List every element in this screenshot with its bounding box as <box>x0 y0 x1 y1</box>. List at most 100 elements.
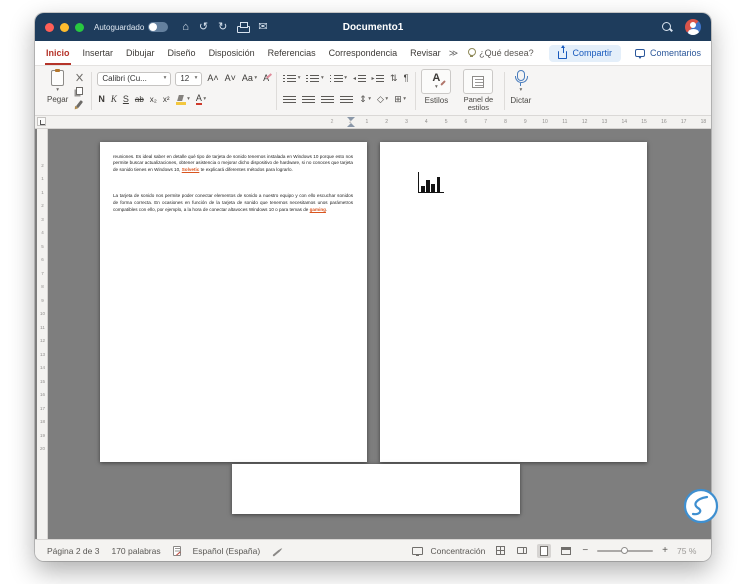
view-read-button[interactable] <box>515 544 529 558</box>
mail-icon[interactable]: ✉ <box>258 21 267 33</box>
subscript-button[interactable]: x₂ <box>149 95 158 104</box>
ribbon-tab[interactable]: Diseño <box>167 41 197 65</box>
styles-pane-button[interactable] <box>463 69 494 94</box>
share-button[interactable]: Compartir <box>549 44 621 62</box>
word-count[interactable]: 170 palabras <box>111 546 160 556</box>
titlebar-right <box>662 19 701 35</box>
ruler-number: 4 <box>424 119 428 125</box>
view-grid-button[interactable] <box>493 544 507 558</box>
close-window-button[interactable] <box>45 22 54 32</box>
caret-down-icon: ▾ <box>187 95 190 102</box>
redo-icon[interactable]: ↻ <box>218 21 227 33</box>
print-icon[interactable] <box>237 22 251 33</box>
zoom-slider[interactable] <box>597 546 654 554</box>
styles-button[interactable]: A ▾ <box>421 69 452 94</box>
line-spacing-button[interactable]: ⇕ ▾ <box>358 95 372 104</box>
autosave-toggle[interactable] <box>148 22 169 32</box>
sort-button[interactable]: ⇅ <box>389 74 399 83</box>
document-page-left[interactable]: reuniones. Es ideal saber en detalle qué… <box>100 141 367 462</box>
quick-access-toolbar: ⌂ ↺ ↻ ✉ <box>182 21 268 33</box>
document-page-right[interactable] <box>380 141 647 462</box>
multilevel-list-button[interactable]: ▾ <box>329 74 348 84</box>
dictate-button[interactable]: ▾ <box>514 70 528 94</box>
home-icon[interactable]: ⌂ <box>182 21 189 33</box>
page-indicator[interactable]: Página 2 de 3 <box>47 546 99 556</box>
borders-button[interactable]: ⊞ ▾ <box>393 95 407 104</box>
document-area: 2 1 1 2 3 4 5 6 7 8 9 10 11 12 13 14 15 16 17 18 19 20 reunio… <box>35 128 711 539</box>
autosave-control[interactable]: Autoguardado <box>94 22 169 32</box>
caret-down-icon: ▾ <box>403 95 406 102</box>
zoom-window-button[interactable] <box>75 22 84 32</box>
search-icon[interactable] <box>662 21 673 33</box>
caret-down-icon: ▾ <box>519 87 523 93</box>
grow-font-button[interactable]: A˄ <box>206 74 219 83</box>
format-painter-button[interactable] <box>73 99 85 108</box>
view-print-layout-button[interactable] <box>537 543 552 558</box>
share-icon <box>558 45 568 59</box>
zoom-percentage[interactable]: 75 % <box>677 546 699 556</box>
view-web-layout-button[interactable] <box>559 544 573 558</box>
tab-selector-icon[interactable] <box>37 117 46 126</box>
autosave-label: Autoguardado <box>94 22 145 32</box>
ruler-number: 8 <box>504 119 507 125</box>
language-indicator[interactable]: Español (España) <box>193 546 261 556</box>
paste-button[interactable]: ▾ <box>51 69 65 94</box>
underline-button[interactable]: S <box>122 95 130 104</box>
ribbon-tab[interactable]: Dibujar <box>125 41 156 65</box>
bar-chart-image[interactable] <box>418 171 444 193</box>
ribbon-tab[interactable]: Revisar <box>409 41 442 65</box>
comments-button[interactable]: Comentarios <box>634 48 701 60</box>
font-name-select[interactable]: Calibri (Cu... ▾ <box>97 71 172 86</box>
horizontal-ruler[interactable]: 21 1 2 3 4 5 6 7 8 9 10 11 12 13 14 15 16 17 18 <box>35 115 711 129</box>
hyperlink-gaming[interactable]: gaming <box>310 207 326 212</box>
zoom-slider-thumb[interactable] <box>621 546 629 554</box>
ruler-number: 12 <box>39 338 45 343</box>
shrink-font-button[interactable]: A˅ <box>224 74 237 83</box>
chart-bar <box>431 183 435 192</box>
document-page-next[interactable] <box>232 463 520 514</box>
undo-icon[interactable]: ↺ <box>199 21 208 33</box>
pen-status-icon[interactable] <box>272 548 281 557</box>
ribbon-tab[interactable]: Inicio <box>45 41 71 65</box>
align-left-button[interactable] <box>282 95 297 105</box>
increase-indent-button[interactable]: ▸ <box>371 74 386 84</box>
decrease-indent-button[interactable]: ◂ <box>352 74 367 84</box>
document-text[interactable]: reuniones. Es ideal saber en detalle qué… <box>113 154 353 214</box>
zoom-in-button[interactable]: + <box>661 545 669 556</box>
show-marks-button[interactable]: ¶ <box>403 74 410 83</box>
clear-formatting-button[interactable]: A <box>262 74 270 83</box>
shading-button[interactable]: ◇ ▾ <box>376 95 389 104</box>
bold-button[interactable]: N <box>97 95 106 104</box>
hyperlink-solvetic[interactable]: Solvetic <box>182 167 200 172</box>
ruler-number: 19 <box>39 432 45 438</box>
account-avatar[interactable] <box>685 19 701 35</box>
superscript-button[interactable]: x² <box>162 95 171 104</box>
proofing-status-icon[interactable] <box>172 545 181 556</box>
italic-button[interactable]: K <box>110 95 118 104</box>
align-center-button[interactable] <box>301 95 316 105</box>
tabs-overflow-chevron[interactable]: ≫ <box>449 41 458 65</box>
indent-marker[interactable] <box>347 117 355 127</box>
ribbon-tab[interactable]: Correspondencia <box>328 41 399 65</box>
font-size-select[interactable]: 12 ▾ <box>175 71 203 86</box>
strikethrough-button[interactable]: ab <box>134 95 145 104</box>
ribbon-tab[interactable]: Referencias <box>267 41 317 65</box>
focus-mode-icon <box>411 546 423 557</box>
focus-mode-label[interactable]: Concentración <box>431 546 486 556</box>
cut-button[interactable] <box>73 73 85 82</box>
font-color-button[interactable]: A ▾ <box>195 93 207 106</box>
numbering-button[interactable]: ▾ <box>305 74 324 84</box>
highlight-color-button[interactable]: ▾ <box>175 95 191 105</box>
copy-button[interactable] <box>73 86 85 95</box>
justify-button[interactable] <box>339 95 354 105</box>
tell-me-control[interactable]: ¿Qué desea? <box>468 41 534 65</box>
align-right-button[interactable] <box>320 95 335 105</box>
ribbon-tab[interactable]: Insertar <box>82 41 115 65</box>
ribbon-tab[interactable]: Disposición <box>208 41 256 65</box>
vertical-ruler[interactable]: 2 1 1 2 3 4 5 6 7 8 9 10 11 12 13 14 15 16 17 18 19 20 <box>37 128 48 539</box>
highlighter-icon <box>175 95 186 105</box>
change-case-button[interactable]: Aa ▾ <box>241 74 258 83</box>
zoom-out-button[interactable]: − <box>581 545 589 556</box>
bullets-button[interactable]: ▾ <box>282 74 301 84</box>
minimize-window-button[interactable] <box>60 22 69 32</box>
